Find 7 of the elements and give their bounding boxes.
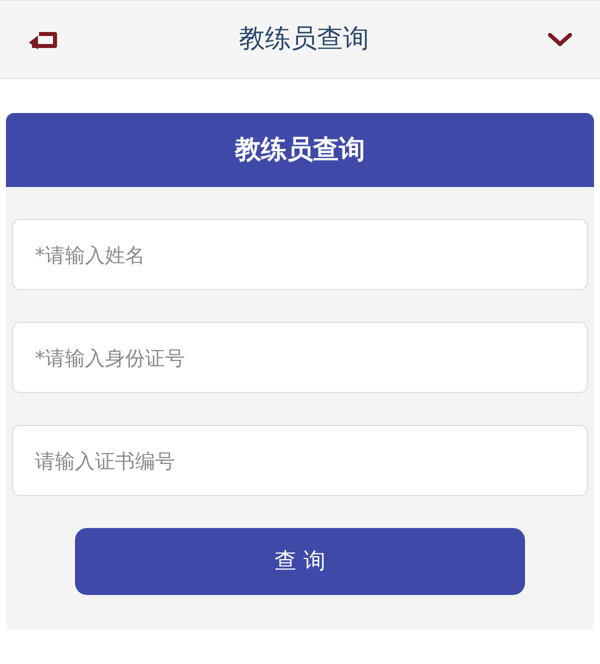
input-field[interactable]: 请输入证书编号 (12, 425, 588, 496)
input-field[interactable]: *请输入姓名 (12, 219, 588, 290)
search-button[interactable]: 查 询 (75, 528, 525, 595)
form-title: 教练员查询 (6, 113, 594, 187)
chevron-down-icon[interactable] (548, 32, 572, 46)
input-field[interactable]: *请输入身份证号 (12, 322, 588, 393)
page-title: 教练员查询 (239, 23, 369, 56)
